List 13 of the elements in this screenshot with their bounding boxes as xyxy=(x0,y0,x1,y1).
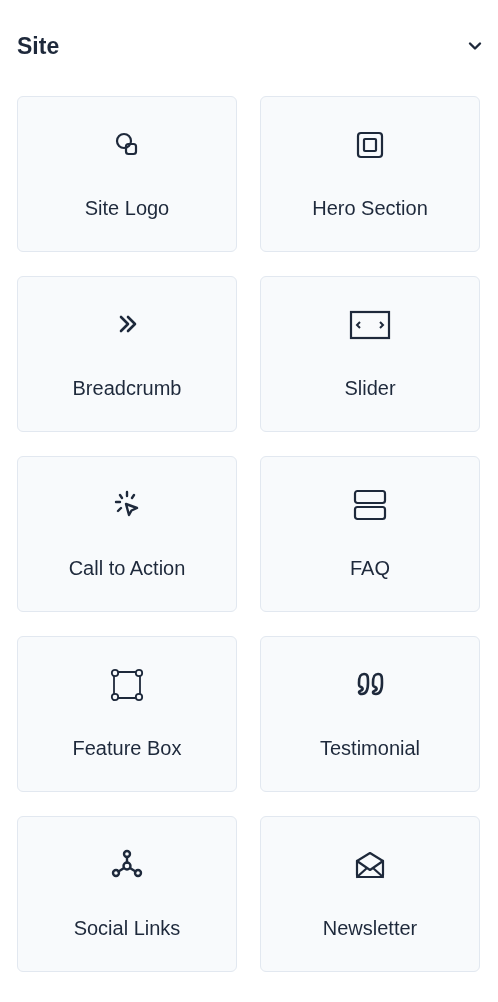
widget-card[interactable]: Social Links xyxy=(17,816,237,972)
widget-card[interactable]: Slider xyxy=(260,276,480,432)
widget-card[interactable]: Hero Section xyxy=(260,96,480,252)
widget-card[interactable]: Breadcrumb xyxy=(17,276,237,432)
widget-card[interactable]: FAQ xyxy=(260,456,480,612)
widget-card[interactable]: Feature Box xyxy=(17,636,237,792)
widget-card[interactable]: Newsletter xyxy=(260,816,480,972)
stacked-rows-icon xyxy=(352,487,388,523)
bounding-box-icon xyxy=(109,667,145,703)
widget-card[interactable]: Site Logo xyxy=(17,96,237,252)
widget-card[interactable]: Testimonial xyxy=(260,636,480,792)
section-title: Site xyxy=(17,32,60,60)
widget-card[interactable]: Call to Action xyxy=(17,456,237,612)
